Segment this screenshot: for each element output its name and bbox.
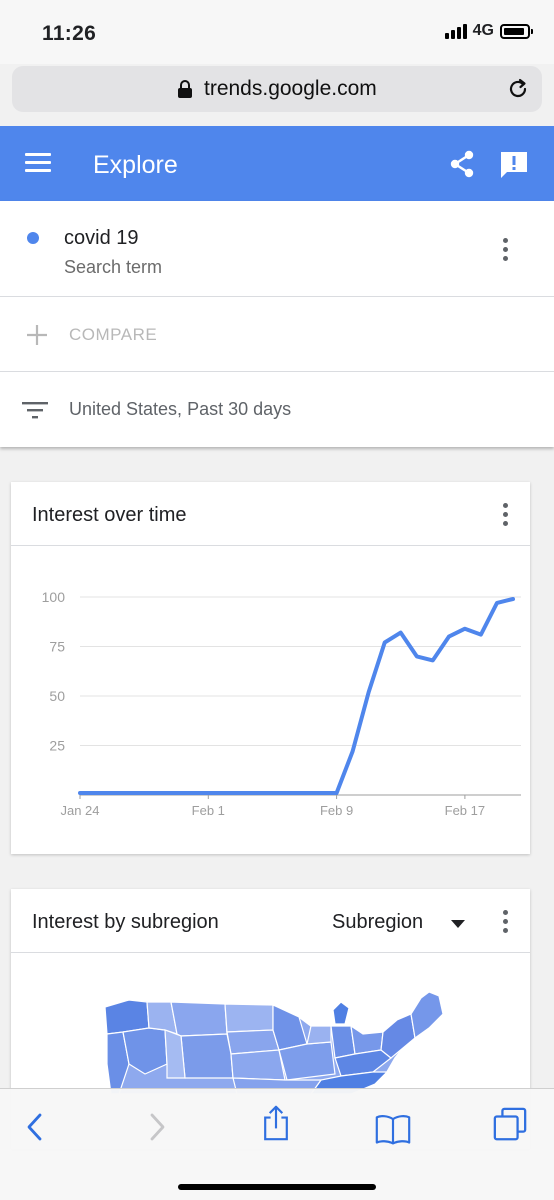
- reload-icon[interactable]: [506, 77, 530, 101]
- forward-icon[interactable]: [138, 1109, 174, 1145]
- y-tick-label: 50: [49, 688, 65, 704]
- address-bar[interactable]: trends.google.com: [12, 66, 542, 112]
- feedback-icon[interactable]: [499, 150, 529, 180]
- menu-icon[interactable]: [25, 153, 51, 173]
- y-tick-label: 25: [49, 738, 65, 754]
- app-bar: Explore: [0, 126, 554, 201]
- y-tick-label: 75: [49, 639, 65, 655]
- y-tick-label: 100: [42, 589, 66, 605]
- filter-label: United States, Past 30 days: [69, 399, 292, 419]
- status-indicators: 4G: [444, 22, 533, 40]
- filter-row[interactable]: United States, Past 30 days: [0, 372, 554, 447]
- share-sheet-icon[interactable]: [258, 1105, 294, 1141]
- more-vert-icon[interactable]: [503, 503, 509, 527]
- status-bar: 11:26 4G: [0, 0, 554, 64]
- compare-label: COMPARE: [69, 325, 158, 344]
- page-title: Explore: [93, 151, 178, 179]
- url-text: trends.google.com: [204, 77, 377, 100]
- card-title: Interest over time: [32, 504, 187, 526]
- bookmarks-icon[interactable]: [375, 1111, 411, 1147]
- x-tick-label: Feb 9: [320, 803, 353, 818]
- back-icon[interactable]: [18, 1109, 54, 1145]
- card-title: Interest by subregion: [32, 911, 219, 933]
- dropdown-arrow-icon[interactable]: [451, 920, 465, 928]
- battery-icon: [500, 23, 533, 39]
- network-type: 4G: [472, 22, 494, 39]
- search-term-type: Search term: [64, 257, 163, 277]
- compare-button[interactable]: COMPARE: [0, 297, 554, 372]
- x-tick-label: Jan 24: [60, 803, 99, 818]
- interest-over-time-card: Interest over time 100 75 50 25 Jan 24 Feb 1…: [11, 482, 530, 854]
- home-indicator: [178, 1184, 376, 1190]
- plus-icon: [27, 325, 47, 345]
- subregion-dropdown[interactable]: Subregion: [332, 911, 423, 934]
- search-term-row[interactable]: covid 19 Search term: [0, 201, 554, 297]
- share-icon[interactable]: [448, 150, 476, 178]
- more-vert-icon[interactable]: [503, 238, 509, 262]
- search-panel: covid 19 Search term COMPARE United Stat…: [0, 201, 554, 447]
- status-time: 11:26: [42, 22, 97, 45]
- lock-icon: [178, 80, 192, 98]
- search-term: covid 19: [64, 227, 139, 249]
- more-vert-icon[interactable]: [503, 910, 509, 934]
- tabs-icon[interactable]: [492, 1107, 528, 1143]
- series-color-dot: [27, 232, 39, 244]
- card-header: Interest by subregion Subregion: [11, 889, 530, 953]
- signal-icon: [444, 23, 467, 39]
- browser-toolbar: [0, 1088, 554, 1200]
- card-header: Interest over time: [11, 482, 530, 546]
- filter-icon: [22, 402, 48, 419]
- interest-line-chart: 100 75 50 25 Jan 24 Feb 1 Feb 9 Feb 17: [42, 589, 521, 818]
- us-subregion-map[interactable]: [11, 954, 530, 1094]
- x-tick-label: Feb 17: [445, 803, 485, 818]
- x-tick-label: Feb 1: [192, 803, 225, 818]
- battery-level: [504, 27, 524, 35]
